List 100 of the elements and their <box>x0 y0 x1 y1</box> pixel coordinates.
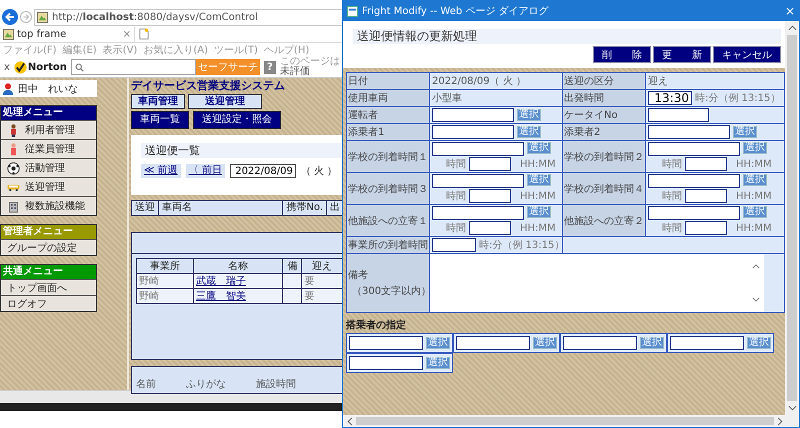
input-field[interactable] <box>432 206 524 220</box>
format-hint: HH:MM <box>736 222 772 234</box>
phone-field[interactable] <box>648 108 709 122</box>
sidebar-item[interactable]: 送迎管理 <box>1 177 96 196</box>
sub-tab[interactable]: 送迎設定・照会 <box>193 111 281 129</box>
scroll-down-icon[interactable] <box>788 405 796 411</box>
close-button[interactable]: × <box>784 4 795 18</box>
input-field[interactable] <box>648 174 740 188</box>
menu-heading: 処理メニュー <box>1 106 96 120</box>
time-field[interactable] <box>432 238 476 252</box>
column-header: 車両名 <box>159 201 284 215</box>
time-field[interactable] <box>685 189 727 203</box>
name-link[interactable]: 武蔵 瑞子 <box>196 276 246 287</box>
action-button[interactable]: 削 除 <box>593 46 651 63</box>
sidebar-item[interactable]: ログオフ <box>1 295 96 311</box>
select-button[interactable]: 選択 <box>517 126 541 138</box>
scroll-up-icon[interactable] <box>788 25 796 31</box>
input-field[interactable] <box>670 336 744 350</box>
time-field[interactable] <box>469 189 511 203</box>
scroll-down-icon[interactable] <box>752 297 760 302</box>
menu-item[interactable]: ファイル(F) <box>3 43 57 57</box>
help-button[interactable]: ? <box>264 60 276 74</box>
column-header: 名前 <box>136 378 156 391</box>
input-field[interactable] <box>648 142 740 156</box>
horizontal-scrollbar[interactable] <box>343 415 799 427</box>
menu-item[interactable]: ヘルプ(H) <box>264 43 310 57</box>
time-field[interactable] <box>685 221 727 235</box>
input-field[interactable] <box>563 336 637 350</box>
sidebar-item[interactable]: 活動管理 <box>1 158 96 177</box>
menu-item[interactable]: 表示(V) <box>102 43 138 57</box>
sidebar-item[interactable]: トップ画面へ <box>1 279 96 295</box>
safe-search-button[interactable]: セーフサーチ <box>196 59 260 75</box>
select-button[interactable]: 選択 <box>426 337 450 349</box>
select-button[interactable]: 選択 <box>747 337 771 349</box>
new-tab-icon[interactable] <box>139 28 149 40</box>
input-field[interactable] <box>432 174 524 188</box>
field-label: 送迎の区分 <box>563 73 645 89</box>
input-field[interactable] <box>648 206 740 220</box>
tab-title: top frame <box>17 28 68 40</box>
table-cell: 要 <box>302 274 342 288</box>
nav-link[interactable]: ≪ 前週 <box>141 164 181 178</box>
menu-item[interactable]: お気に入り(A) <box>143 43 208 57</box>
input-field[interactable] <box>349 336 423 350</box>
sidebar-item[interactable]: 複数施設機能 <box>1 196 96 215</box>
action-button[interactable]: キャンセル <box>713 46 781 63</box>
select-button[interactable]: 選択 <box>733 126 757 138</box>
select-button[interactable]: 選択 <box>527 142 551 154</box>
scroll-up-icon[interactable] <box>752 264 760 269</box>
action-button[interactable]: 更 新 <box>653 46 711 63</box>
search-field[interactable] <box>70 59 196 75</box>
time-field[interactable]: 13:30 <box>648 91 692 105</box>
tab-close-button[interactable]: × <box>122 28 131 40</box>
name-link[interactable]: 三鷹 智美 <box>196 291 246 302</box>
column-header: 迎え <box>302 258 342 274</box>
sidebar-item-label: グループの設定 <box>7 242 77 254</box>
time-label: 時間 <box>662 222 682 235</box>
time-field[interactable] <box>469 157 511 171</box>
input-field[interactable] <box>432 125 514 139</box>
menu-item[interactable]: 編集(E) <box>62 43 97 57</box>
date-field[interactable]: 2022/08/09 <box>230 164 296 178</box>
scroll-right-icon[interactable] <box>777 416 783 426</box>
input-field[interactable] <box>456 336 530 350</box>
input-field[interactable] <box>648 125 730 139</box>
sidebar-item[interactable]: 利用者管理 <box>1 120 96 139</box>
input-field[interactable] <box>432 142 524 156</box>
select-button[interactable]: 選択 <box>743 142 767 154</box>
remarks-field[interactable] <box>430 254 764 312</box>
nav-link[interactable]: 〈 前日 <box>186 164 225 178</box>
checkmark-icon <box>14 60 27 74</box>
time-field[interactable] <box>685 157 727 171</box>
time-label: 時間 <box>446 222 466 235</box>
select-button[interactable]: 選択 <box>743 206 767 218</box>
toolbar-close-button[interactable]: x <box>4 62 10 72</box>
time-label: 時間 <box>446 158 466 171</box>
sidebar-item-label: ログオフ <box>7 298 47 310</box>
column-header: 備 <box>282 258 302 274</box>
select-button[interactable]: 選択 <box>426 357 450 369</box>
browser-tab[interactable]: top frame × <box>0 26 135 42</box>
column-header: 送迎 <box>132 201 159 215</box>
sub-tab[interactable]: 車両一覧 <box>131 111 189 129</box>
vertical-scrollbar[interactable] <box>785 21 799 415</box>
sidebar-item[interactable]: グループの設定 <box>1 239 96 255</box>
select-button[interactable]: 選択 <box>533 337 557 349</box>
sidebar-item[interactable]: 従業員管理 <box>1 139 96 158</box>
select-button[interactable]: 選択 <box>517 109 541 121</box>
input-field[interactable] <box>432 108 514 122</box>
select-button[interactable]: 選択 <box>527 174 551 186</box>
weekday-label: （ 火 ） <box>300 164 338 178</box>
menu-item[interactable]: ツール(T) <box>214 43 258 57</box>
scroll-left-icon[interactable] <box>347 416 353 426</box>
select-button[interactable]: 選択 <box>743 174 767 186</box>
format-hint: HH:MM <box>520 222 556 234</box>
field-label: 学校の到着時間１ <box>347 141 429 172</box>
time-field[interactable] <box>469 221 511 235</box>
select-button[interactable]: 選択 <box>527 206 551 218</box>
nav-tab[interactable]: 送迎管理 <box>188 94 262 109</box>
nav-tab[interactable]: 車両管理 <box>131 94 185 109</box>
field-label: 使用車両 <box>347 90 429 106</box>
select-button[interactable]: 選択 <box>640 337 664 349</box>
input-field[interactable] <box>349 356 423 370</box>
